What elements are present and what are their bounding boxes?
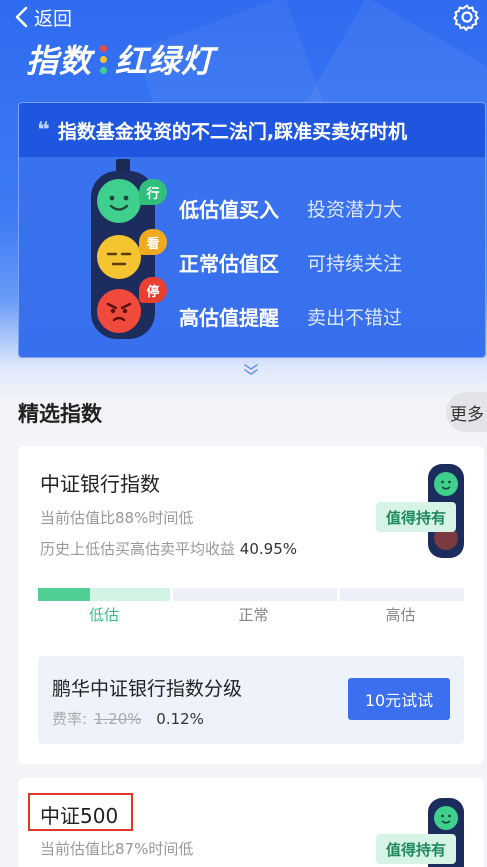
return-value: 40.95%: [239, 540, 297, 558]
rate-current: 0.12%: [156, 710, 204, 728]
more-button[interactable]: 更多: [446, 392, 487, 432]
valuation-text: 当前估值比88%时间低: [40, 509, 194, 527]
back-button[interactable]: 返回: [14, 4, 72, 30]
return-label: 历史上低估买高估卖平均收益: [40, 540, 236, 558]
valuation-scale: [38, 588, 464, 601]
scale-normal: [173, 588, 337, 601]
try-button[interactable]: 10元试试: [348, 678, 450, 720]
red-face-icon: [97, 289, 141, 333]
legend-row: 高估值提醒 卖出不错过: [179, 289, 402, 343]
banner-headline-text: 指数基金投资的不二法门,踩准买卖好时机: [57, 120, 408, 143]
legend-value: 可持续关注: [307, 252, 403, 275]
green-face-icon: [434, 806, 458, 830]
legend-value: 卖出不错过: [307, 306, 403, 329]
section-title: 精选指数: [18, 402, 102, 426]
legend-row: 低估值买入 投资潜力大: [179, 181, 402, 235]
index-title: 中证银行指数: [40, 472, 160, 496]
green-face-icon: [434, 472, 458, 496]
legend-key: 高估值提醒: [179, 305, 279, 330]
status-badge: 值得持有: [376, 834, 457, 864]
valuation-text: 当前估值比87%时间低: [40, 840, 194, 858]
fund-item[interactable]: 鹏华中证银行指数分级 费率: 1.20% 0.12% 10元试试: [38, 656, 464, 744]
index-card[interactable]: 中证银行指数 当前估值比88%时间低 历史上低估买高估卖平均收益 40.95% …: [18, 446, 484, 764]
scale-high: [340, 588, 464, 601]
status-badge: 值得持有: [376, 502, 457, 532]
go-tag: 行: [139, 179, 167, 205]
traffic-dots-icon: [100, 44, 108, 74]
intro-banner: ❝ 指数基金投资的不二法门,踩准买卖好时机 行 看 停 低估值买入 投资潜力大 …: [18, 102, 486, 358]
scale-label-low: 低估: [88, 606, 119, 624]
title-left: 指数: [26, 42, 93, 80]
return-text: 历史上低估买高估卖平均收益 40.95%: [40, 538, 297, 559]
chevron-left-icon: [15, 6, 28, 28]
nav-bar: 返回: [0, 0, 487, 36]
scale-low-remainder: [90, 588, 170, 601]
green-face-icon: [97, 179, 141, 223]
legend-key: 正常估值区: [179, 251, 279, 276]
stop-tag: 停: [139, 277, 167, 303]
highlight-box: [28, 793, 133, 831]
legend-row: 正常估值区 可持续关注: [179, 235, 402, 289]
title-right: 红绿灯: [115, 42, 215, 80]
more-label: 更多: [450, 404, 484, 425]
scale-label-normal: 正常: [238, 606, 269, 624]
rate-label: 费率:: [52, 710, 88, 728]
page-title: 指数 红绿灯: [26, 36, 214, 82]
quote-icon: ❝: [37, 117, 50, 143]
scale-label-high: 高估: [385, 606, 416, 624]
traffic-light-illustration: 行 看 停: [87, 159, 167, 339]
back-label: 返回: [34, 7, 73, 30]
banner-headline: ❝ 指数基金投资的不二法门,踩准买卖好时机: [19, 103, 485, 157]
fund-rate: 费率: 1.20% 0.12%: [52, 708, 204, 729]
rate-original: 1.20%: [93, 710, 142, 728]
legend-key: 低估值买入: [179, 197, 279, 222]
legend-value: 投资潜力大: [307, 198, 403, 221]
chevron-double-down-icon[interactable]: [243, 363, 259, 377]
yellow-face-icon: [97, 235, 141, 279]
gear-icon[interactable]: [453, 3, 481, 31]
fund-name: 鹏华中证银行指数分级: [52, 678, 243, 700]
scale-fill-low: [38, 588, 90, 601]
scale-labels: 低估 正常 高估: [38, 604, 464, 625]
watch-tag: 看: [139, 229, 167, 255]
valuation-legend: 低估值买入 投资潜力大 正常估值区 可持续关注 高估值提醒 卖出不错过: [179, 181, 402, 343]
